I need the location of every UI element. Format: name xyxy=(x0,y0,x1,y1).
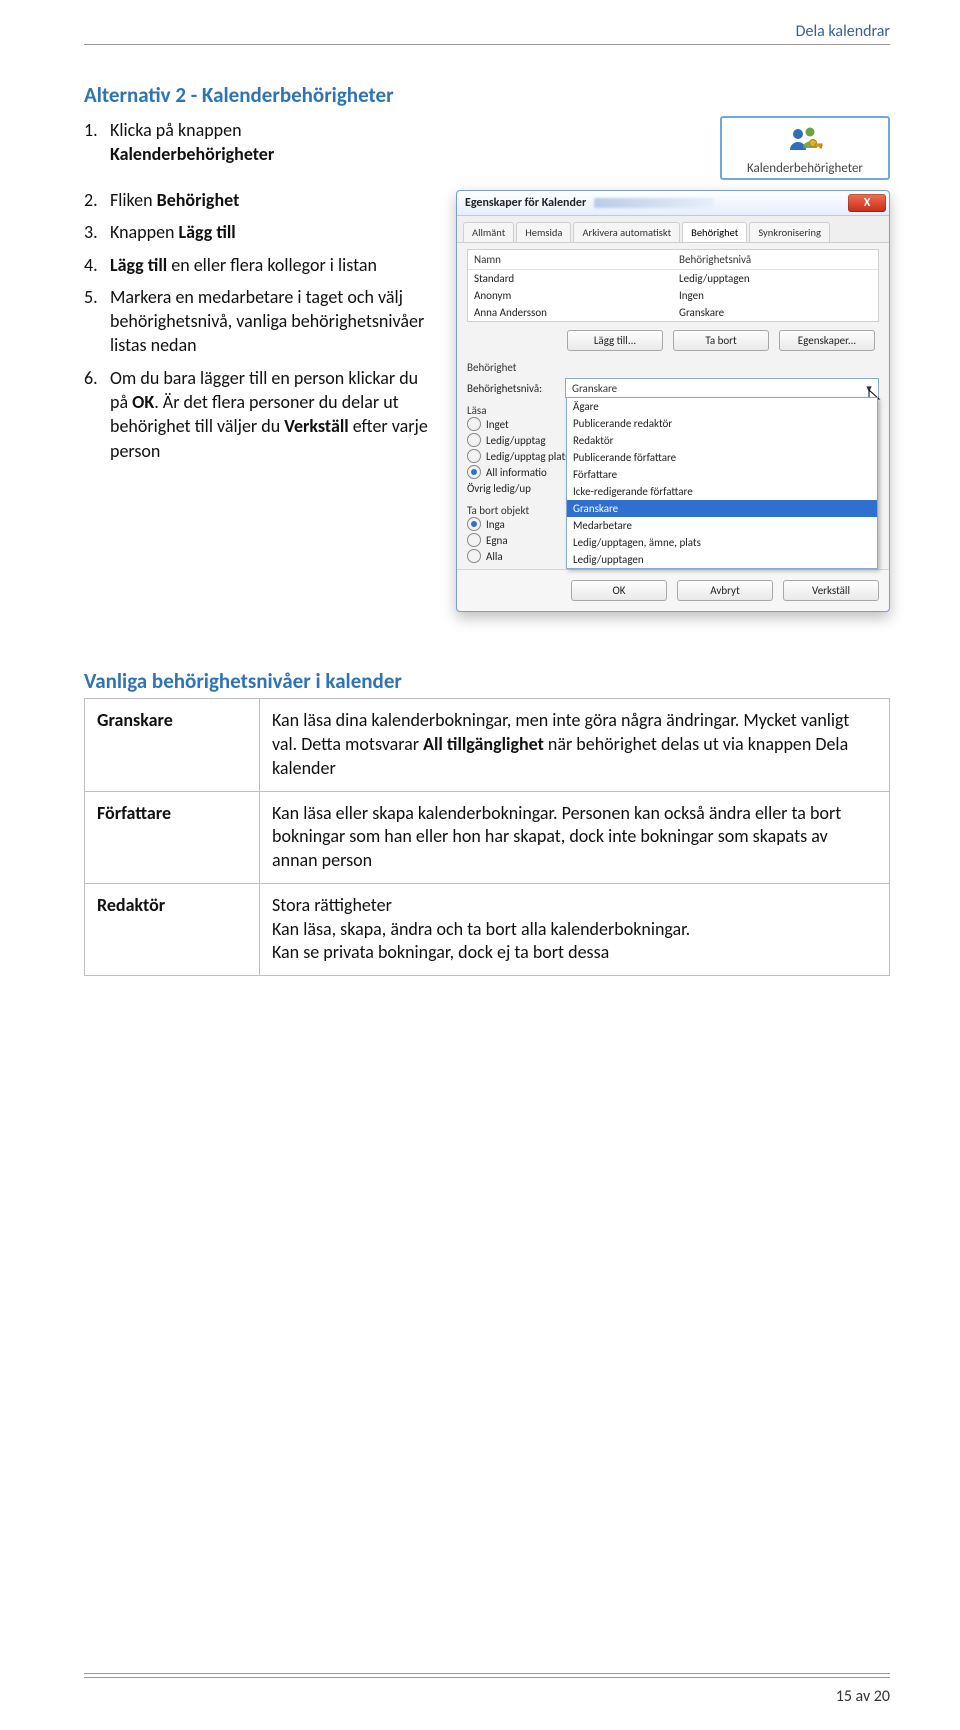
step-number: 6. xyxy=(84,366,110,390)
step-number: 1. xyxy=(84,118,110,142)
level-name: Författare xyxy=(85,791,260,883)
step-1-text: Klicka på knappen Kalenderbehörigheter xyxy=(110,118,700,167)
level-name: Redaktör xyxy=(85,883,260,975)
cancel-button[interactable]: Avbryt xyxy=(677,580,773,601)
dialog-egenskaper-kalender: Egenskaper för Kalender X AllmäntHemsida… xyxy=(456,190,890,612)
dropdown-option[interactable]: Ledig/upptagen xyxy=(567,551,877,568)
tab-behörighet[interactable]: Behörighet xyxy=(682,222,747,242)
level-dropdown-list[interactable]: ÄgarePublicerande redaktörRedaktörPublic… xyxy=(566,397,878,569)
level-combobox[interactable]: Granskare ▾ ÄgarePublicerande redaktörRe… xyxy=(565,378,879,398)
ok-button[interactable]: OK xyxy=(571,580,667,601)
dialog-tabs: AllmäntHemsidaArkivera automatisktBehöri… xyxy=(457,216,889,243)
add-button[interactable]: Lägg till... xyxy=(567,330,663,351)
level-description: Kan läsa eller skapa kalenderbokningar. … xyxy=(260,791,890,883)
chevron-down-icon: ▾ xyxy=(860,379,878,397)
dropdown-option[interactable]: Icke-redigerande författare xyxy=(567,483,877,500)
properties-button[interactable]: Egenskaper... xyxy=(779,330,875,351)
table-row[interactable]: Anna AnderssonGranskare xyxy=(468,304,878,321)
table-row[interactable]: StandardLedig/upptagen xyxy=(468,270,878,287)
step-text: Om du bara lägger till en person klickar… xyxy=(110,366,438,463)
apply-button[interactable]: Verkställ xyxy=(783,580,879,601)
dialog-title-text: Egenskaper för Kalender xyxy=(465,196,586,210)
tab-hemsida[interactable]: Hemsida xyxy=(516,222,571,242)
step-text: Lägg till en eller flera kollegor i list… xyxy=(110,253,438,277)
level-label: Behörighetsnivå: xyxy=(467,382,559,395)
dropdown-option[interactable]: Medarbetare xyxy=(567,517,877,534)
dialog-titlebar: Egenskaper för Kalender X xyxy=(457,191,889,216)
header-divider xyxy=(84,44,890,45)
step-number: 2. xyxy=(84,188,110,212)
step-text: Fliken Behörighet xyxy=(110,188,438,212)
level-value: Granskare xyxy=(566,380,623,397)
close-icon[interactable]: X xyxy=(848,194,886,212)
remove-button[interactable]: Ta bort xyxy=(673,330,769,351)
level-description: Stora rättigheterKan läsa, skapa, ändra … xyxy=(260,883,890,975)
permissions-table[interactable]: StandardLedig/upptagenAnonymIngenAnna An… xyxy=(467,270,879,322)
footer-divider xyxy=(84,1673,890,1674)
running-header: Dela kalendrar xyxy=(796,22,890,41)
dropdown-option[interactable]: Granskare xyxy=(567,500,877,517)
step-text: Markera en medarbetare i taget och välj … xyxy=(110,285,438,358)
table-row[interactable]: AnonymIngen xyxy=(468,287,878,304)
tab-allmänt[interactable]: Allmänt xyxy=(463,222,514,242)
tab-arkivera-automatiskt[interactable]: Arkivera automatiskt xyxy=(573,222,680,242)
ribbon-label: Kalenderbehörigheter xyxy=(747,161,863,176)
blurred-text xyxy=(594,198,714,208)
levels-table: GranskareKan läsa dina kalenderbokningar… xyxy=(84,698,890,976)
dropdown-option[interactable]: Författare xyxy=(567,466,877,483)
heading-levels: Vanliga behörighetsnivåer i kalender xyxy=(84,668,890,694)
ribbon-kalenderbehorigheter-button[interactable]: Kalenderbehörigheter xyxy=(720,116,890,180)
dropdown-option[interactable]: Publicerande författare xyxy=(567,449,877,466)
step-number: 5. xyxy=(84,285,110,309)
permissions-table-header: Namn Behörighetsnivå xyxy=(467,249,879,270)
people-key-icon xyxy=(787,124,823,159)
heading-alt2: Alternativ 2 - Kalenderbehörigheter xyxy=(84,82,890,108)
level-name: Granskare xyxy=(85,699,260,791)
dropdown-option[interactable]: Ledig/upptagen, ämne, plats xyxy=(567,534,877,551)
step-number: 3. xyxy=(84,220,110,244)
tab-synkronisering[interactable]: Synkronisering xyxy=(749,222,830,242)
footer-divider-2 xyxy=(84,1677,890,1678)
step-number: 4. xyxy=(84,253,110,277)
step-text: Knappen Lägg till xyxy=(110,220,438,244)
group-label: Behörighet xyxy=(467,361,879,374)
page-number: 15 av 20 xyxy=(836,1687,890,1706)
dropdown-option[interactable]: Publicerande redaktör xyxy=(567,415,877,432)
dropdown-option[interactable]: Ägare xyxy=(567,398,877,415)
level-description: Kan läsa dina kalenderbokningar, men int… xyxy=(260,699,890,791)
dropdown-option[interactable]: Redaktör xyxy=(567,432,877,449)
